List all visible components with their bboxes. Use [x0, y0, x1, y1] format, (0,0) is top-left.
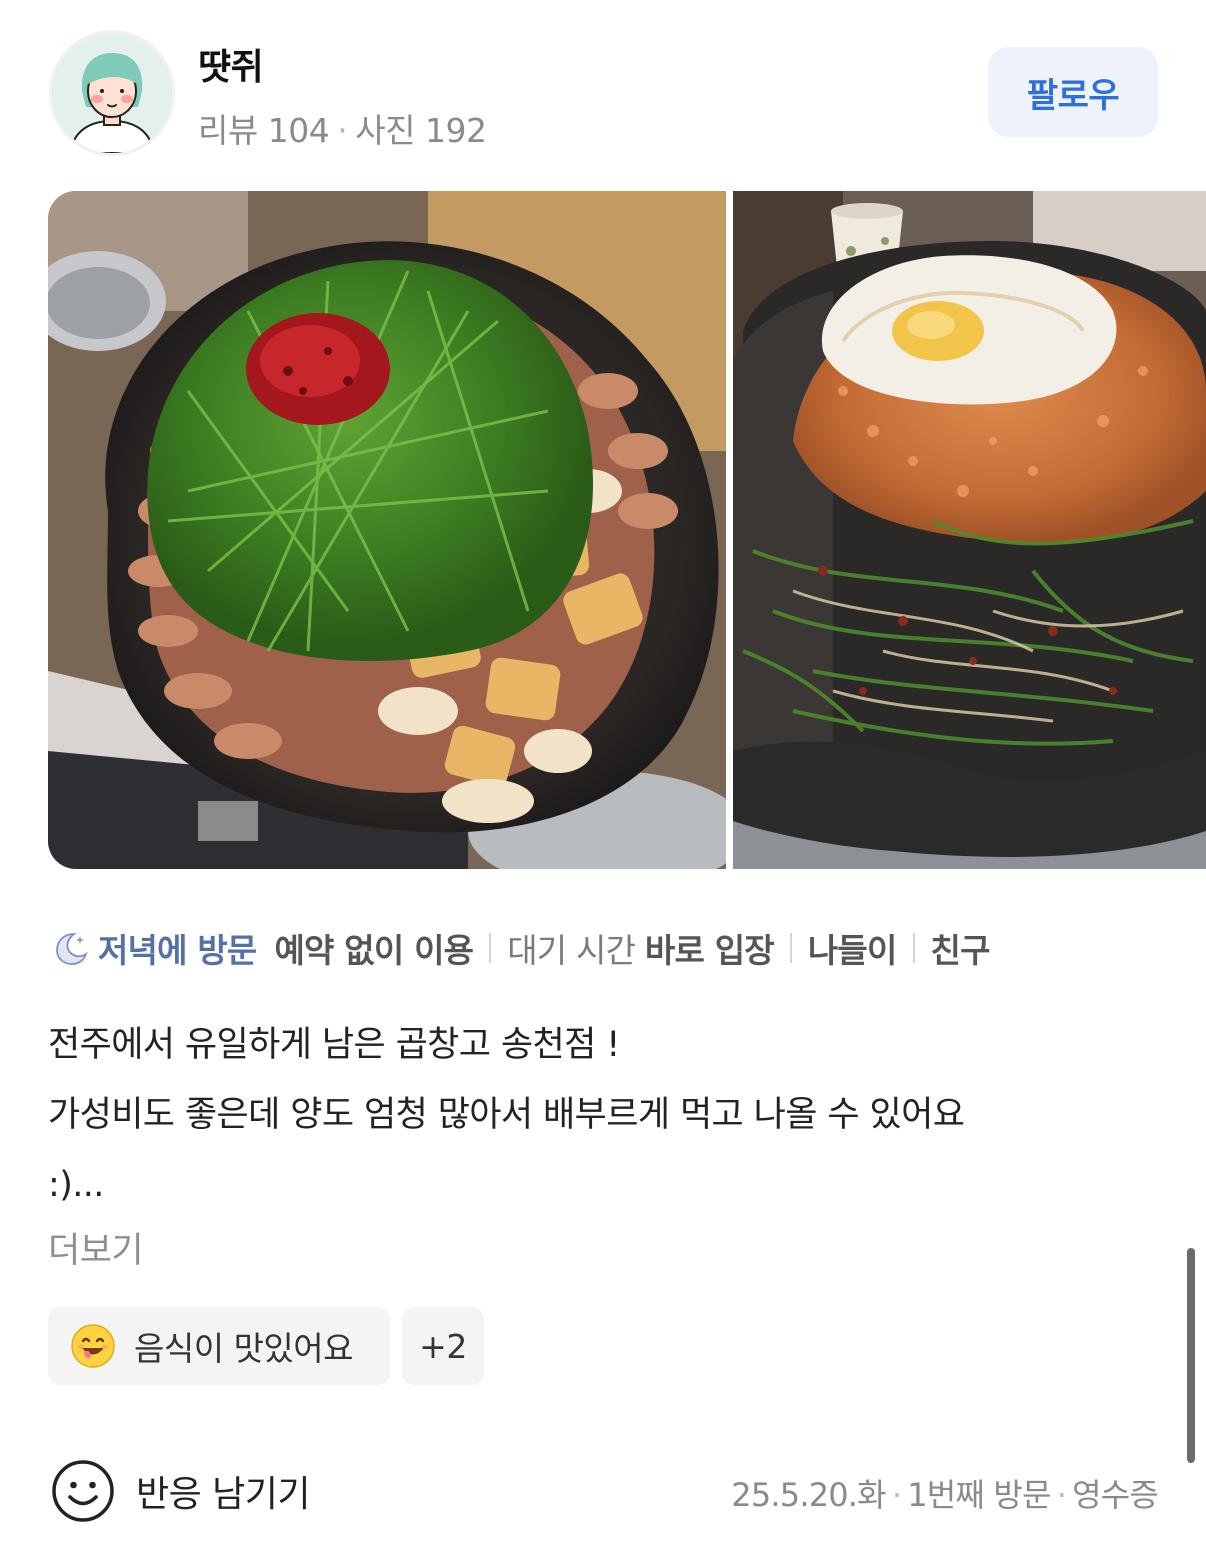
stats-separator: ·: [337, 111, 348, 150]
visit-order: 1번째 방문: [907, 1476, 1051, 1514]
keyword-chip-label: 음식이 맛있어요: [134, 1329, 354, 1368]
avatar-illustration-icon: [52, 33, 172, 153]
review-header: 땻쥐 리뷰 104 · 사진 192 팔로우: [0, 0, 1206, 180]
visit-tag-divider: [912, 933, 915, 963]
meta-separator: ·: [891, 1476, 902, 1514]
read-more-link[interactable]: 더보기: [48, 1222, 144, 1273]
keyword-chip-tasty[interactable]: 음식이 맛있어요: [48, 1307, 390, 1385]
visit-tag-divider: [489, 933, 492, 963]
review-line: 전주에서 유일하게 남은 곱창고 송천점 !: [48, 1025, 620, 1065]
visit-tag-reservation: 예약 없이 이용: [274, 931, 475, 970]
review-line: :)...: [48, 1165, 104, 1205]
review-line: 가성비도 좋은데 양도 엄청 많아서 배부르게 먹고 나올 수 있어요: [48, 1095, 965, 1135]
visit-time: 저녁에 방문: [98, 931, 257, 970]
review-photos: [48, 191, 1206, 869]
visit-tag-purpose: 나들이: [807, 931, 897, 970]
meta-separator: ·: [1056, 1476, 1067, 1514]
user-stats: 리뷰 104 · 사진 192: [198, 104, 487, 152]
food-photo-fried-rice-icon: [733, 191, 1206, 869]
keyword-more-chip[interactable]: +2: [402, 1307, 484, 1385]
food-photo-gopchang-icon: [48, 191, 726, 869]
leave-reaction-button[interactable]: 반응 남기기: [50, 1458, 311, 1524]
leave-reaction-label: 반응 남기기: [136, 1474, 311, 1515]
avatar[interactable]: [52, 33, 172, 153]
review-photo-1[interactable]: [48, 191, 726, 869]
review-count-label: 리뷰: [198, 111, 258, 150]
visit-info: 저녁에 방문 예약 없이 이용 대기 시간 바로 입장 나들이 친구: [50, 922, 990, 974]
moon-icon: [56, 933, 88, 965]
username[interactable]: 땻쥐: [198, 38, 264, 90]
review-meta: 25.5.20.화 · 1번째 방문 · 영수증: [731, 1470, 1159, 1516]
receipt-badge[interactable]: 영수증: [1072, 1476, 1159, 1514]
visit-tag-wait-label: 대기 시간: [507, 931, 636, 970]
photo-count-label: 사진: [355, 111, 415, 150]
yummy-face-icon: [71, 1324, 115, 1368]
photo-count: 192: [424, 111, 487, 150]
visit-tag-companion: 친구: [930, 931, 991, 970]
smile-icon: [52, 1460, 114, 1522]
visit-date: 25.5.20.화: [731, 1476, 886, 1514]
visit-tag-wait-value: 바로 입장: [644, 931, 775, 970]
review-body[interactable]: 전주에서 유일하게 남은 곱창고 송천점 ! 가성비도 좋은데 양도 엄청 많아…: [48, 1010, 1158, 1220]
review-count: 104: [267, 111, 330, 150]
review-photo-2[interactable]: [733, 191, 1206, 869]
scrollbar-thumb[interactable]: [1187, 1248, 1195, 1463]
visit-tag-divider: [789, 933, 792, 963]
follow-button[interactable]: 팔로우: [988, 47, 1158, 137]
keyword-chips: 음식이 맛있어요 +2: [48, 1307, 484, 1385]
